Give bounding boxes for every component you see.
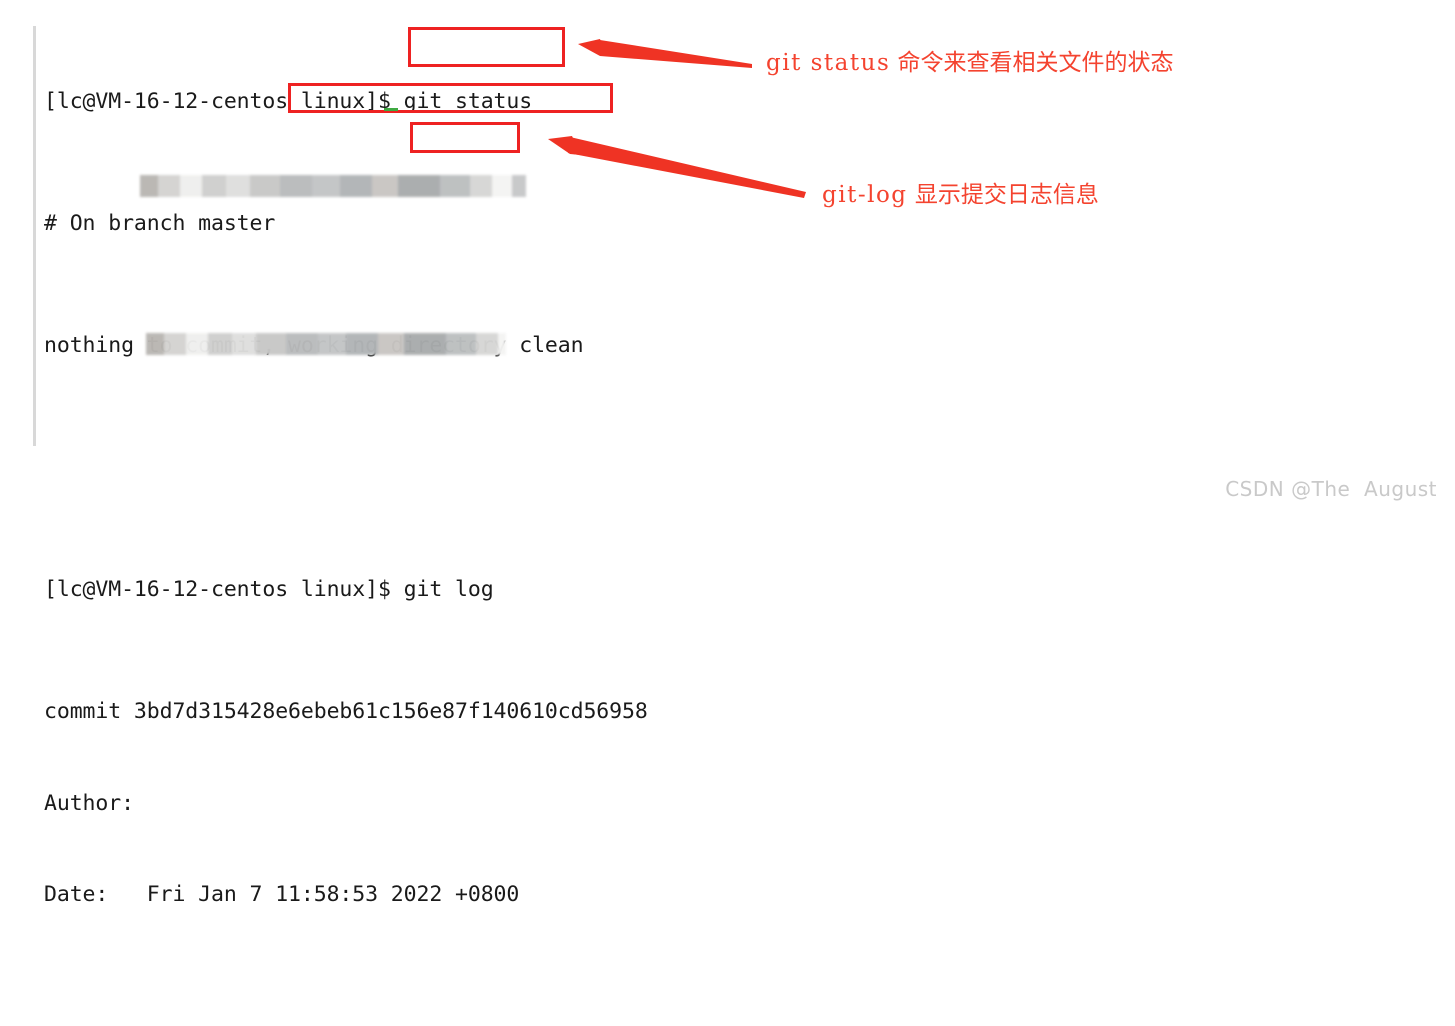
annotation-git-log-code: git-log <box>822 182 908 208</box>
commit-hash-1: commit 3bd7d315428e6ebeb61c156e87f140610… <box>44 699 648 724</box>
author-line-1: Author: <box>44 790 134 816</box>
annotation-git-status: git status 命令来查看相关文件的状态 <box>766 43 1174 77</box>
date-line-1: Date: Fri Jan 7 11:58:53 2022 +0800 <box>44 882 520 907</box>
annotation-git-log: git-log 显示提交日志信息 <box>822 175 1099 209</box>
command-git-log: git log <box>403 577 494 602</box>
terminal-line-prompt-log: [lc@VM-16-12-centos linux]$ git log <box>44 575 744 606</box>
annotation-git-status-code: git status <box>766 50 891 76</box>
command-git-status: git status <box>403 89 533 114</box>
annotation-git-status-text: 命令来查看相关文件的状态 <box>890 50 1174 76</box>
author-redaction-1 <box>140 175 526 197</box>
terminal-line-prompt-status: [lc@VM-16-12-centos linux]$ git status <box>44 87 744 118</box>
shell-prompt: [lc@VM-16-12-centos linux]$ <box>44 89 404 114</box>
terminal-line-branch: # On branch master <box>44 211 276 236</box>
spellcheck-underline <box>384 108 398 111</box>
terminal-left-rule <box>33 26 36 446</box>
annotation-git-log-text: 显示提交日志信息 <box>907 182 1099 208</box>
shell-prompt: [lc@VM-16-12-centos linux]$ <box>44 577 404 602</box>
author-redaction-2 <box>146 333 506 355</box>
csdn-watermark: CSDN @The August <box>1225 477 1437 501</box>
